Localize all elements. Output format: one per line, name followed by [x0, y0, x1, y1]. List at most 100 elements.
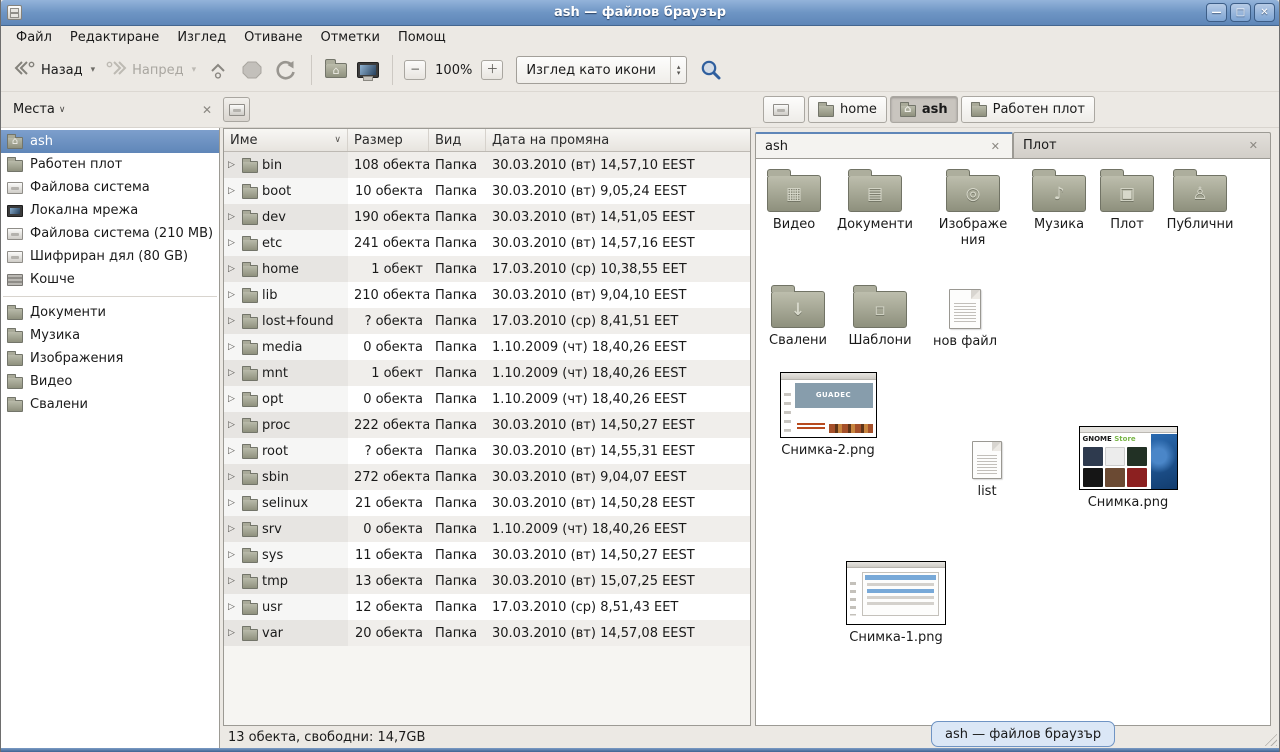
name-cell[interactable]: ▷ var	[224, 620, 348, 646]
file-item[interactable]: Музика	[1021, 167, 1097, 233]
resize-grip[interactable]	[1263, 732, 1277, 746]
path-button[interactable]	[763, 96, 805, 123]
sidebar-place-item[interactable]: Свалени	[1, 393, 219, 416]
file-item[interactable]: Видео	[756, 167, 832, 233]
forward-dropdown-icon[interactable]: ▾	[192, 65, 197, 75]
column-header-name[interactable]: Име∨	[224, 129, 348, 151]
file-item[interactable]: Шаблони	[842, 283, 918, 349]
expander-icon[interactable]: ▷	[228, 394, 238, 404]
file-item[interactable]: GNOME Store Снимка.png	[1078, 426, 1178, 511]
sidebar-place-item[interactable]: ash	[1, 130, 219, 153]
expander-icon[interactable]: ▷	[228, 160, 238, 170]
table-row[interactable]: ▷ usr 12 обекта Папка 17.03.2010 (ср) 8,…	[224, 594, 750, 620]
table-row[interactable]: ▷ boot 10 обекта Папка 30.03.2010 (вт) 9…	[224, 178, 750, 204]
name-cell[interactable]: ▷ sbin	[224, 464, 348, 490]
file-item[interactable]: Публични	[1162, 167, 1238, 233]
expander-icon[interactable]: ▷	[228, 498, 238, 508]
expander-icon[interactable]: ▷	[228, 472, 238, 482]
tab[interactable]: ash ✕	[755, 132, 1013, 158]
reload-button[interactable]	[269, 54, 303, 86]
stop-button[interactable]	[235, 54, 269, 86]
path-button[interactable]: Работен плот	[961, 96, 1095, 123]
file-item[interactable]: Изображения	[935, 167, 1011, 249]
column-header-type[interactable]: Вид	[429, 129, 486, 151]
root-location-button[interactable]	[223, 97, 250, 122]
name-cell[interactable]: ▷ opt	[224, 386, 348, 412]
name-cell[interactable]: ▷ dev	[224, 204, 348, 230]
expander-icon[interactable]: ▷	[228, 628, 238, 638]
name-cell[interactable]: ▷ sys	[224, 542, 348, 568]
view-mode-select[interactable]: Изглед като икони ▴▾	[516, 56, 687, 84]
sidebar-place-item[interactable]: Видео	[1, 370, 219, 393]
expander-icon[interactable]: ▷	[228, 524, 238, 534]
name-cell[interactable]: ▷ media	[224, 334, 348, 360]
expander-icon[interactable]: ▷	[228, 212, 238, 222]
menu-item[interactable]: Помощ	[389, 27, 455, 48]
taskbar-window-button[interactable]: ash — файлов браузър	[931, 721, 1115, 747]
sidebar-place-item[interactable]: Файлова система	[1, 176, 219, 199]
sidebar-place-item[interactable]: Работен плот	[1, 153, 219, 176]
back-button[interactable]: Назад ▾	[9, 54, 100, 86]
table-row[interactable]: ▷ tmp 13 обекта Папка 30.03.2010 (вт) 15…	[224, 568, 750, 594]
sidebar-place-item[interactable]: Изображения	[1, 347, 219, 370]
places-close-icon[interactable]: ✕	[199, 102, 215, 118]
computer-button[interactable]	[352, 57, 384, 83]
name-cell[interactable]: ▷ lost+found	[224, 308, 348, 334]
search-button[interactable]	[699, 58, 723, 82]
table-row[interactable]: ▷ lib 210 обекта Папка 30.03.2010 (вт) 9…	[224, 282, 750, 308]
name-cell[interactable]: ▷ mnt	[224, 360, 348, 386]
path-button[interactable]: ash	[890, 96, 958, 123]
table-row[interactable]: ▷ sys 11 обекта Папка 30.03.2010 (вт) 14…	[224, 542, 750, 568]
file-item[interactable]: Свалени	[760, 283, 836, 349]
expander-icon[interactable]: ▷	[228, 550, 238, 560]
spinner-icon[interactable]: ▴▾	[670, 57, 687, 83]
table-row[interactable]: ▷ home 1 обект Папка 17.03.2010 (ср) 10,…	[224, 256, 750, 282]
path-button[interactable]: home	[808, 96, 887, 123]
sidebar-place-item[interactable]: Шифриран дял (80 GB)	[1, 245, 219, 268]
name-cell[interactable]: ▷ etc	[224, 230, 348, 256]
back-dropdown-icon[interactable]: ▾	[91, 65, 96, 75]
menu-item[interactable]: Отиване	[235, 27, 311, 48]
file-item[interactable]: Документи	[837, 167, 913, 233]
close-button[interactable]: ✕	[1254, 3, 1275, 22]
tab[interactable]: Плот ✕	[1013, 132, 1271, 158]
expander-icon[interactable]: ▷	[228, 290, 238, 300]
expander-icon[interactable]: ▷	[228, 602, 238, 612]
name-cell[interactable]: ▷ usr	[224, 594, 348, 620]
places-dropdown-icon[interactable]: ∨	[59, 105, 66, 115]
places-header[interactable]: Места ∨ ✕	[1, 102, 223, 118]
up-button[interactable]	[201, 54, 235, 86]
expander-icon[interactable]: ▷	[228, 446, 238, 456]
table-row[interactable]: ▷ srv 0 обекта Папка 1.10.2009 (чт) 18,4…	[224, 516, 750, 542]
menu-item[interactable]: Отметки	[311, 27, 388, 48]
column-header-size[interactable]: Размер	[348, 129, 429, 151]
table-row[interactable]: ▷ mnt 1 обект Папка 1.10.2009 (чт) 18,40…	[224, 360, 750, 386]
name-cell[interactable]: ▷ srv	[224, 516, 348, 542]
maximize-button[interactable]: □	[1230, 3, 1251, 22]
name-cell[interactable]: ▷ lib	[224, 282, 348, 308]
name-cell[interactable]: ▷ selinux	[224, 490, 348, 516]
table-row[interactable]: ▷ root ? обекта Папка 30.03.2010 (вт) 14…	[224, 438, 750, 464]
file-item[interactable]: Снимка-1.png	[846, 561, 946, 646]
minimize-button[interactable]: —	[1206, 3, 1227, 22]
sidebar-place-item[interactable]: Кошче	[1, 268, 219, 291]
name-cell[interactable]: ▷ home	[224, 256, 348, 282]
file-item[interactable]: GUADEC Снимка-2.png	[779, 372, 877, 459]
name-cell[interactable]: ▷ boot	[224, 178, 348, 204]
name-cell[interactable]: ▷ tmp	[224, 568, 348, 594]
forward-button[interactable]: Напред ▾	[100, 54, 201, 86]
menu-item[interactable]: Файл	[7, 27, 61, 48]
table-row[interactable]: ▷ etc 241 обекта Папка 30.03.2010 (вт) 1…	[224, 230, 750, 256]
tab-close-icon[interactable]: ✕	[988, 139, 1003, 154]
zoom-in-button[interactable]: ＋	[481, 60, 503, 80]
expander-icon[interactable]: ▷	[228, 576, 238, 586]
table-row[interactable]: ▷ selinux 21 обекта Папка 30.03.2010 (вт…	[224, 490, 750, 516]
expander-icon[interactable]: ▷	[228, 420, 238, 430]
table-row[interactable]: ▷ sbin 272 обекта Папка 30.03.2010 (вт) …	[224, 464, 750, 490]
table-row[interactable]: ▷ var 20 обекта Папка 30.03.2010 (вт) 14…	[224, 620, 750, 646]
file-item[interactable]: Плот	[1089, 167, 1165, 233]
sidebar-place-item[interactable]: Документи	[1, 301, 219, 324]
expander-icon[interactable]: ▷	[228, 316, 238, 326]
expander-icon[interactable]: ▷	[228, 238, 238, 248]
table-row[interactable]: ▷ lost+found ? обекта Папка 17.03.2010 (…	[224, 308, 750, 334]
